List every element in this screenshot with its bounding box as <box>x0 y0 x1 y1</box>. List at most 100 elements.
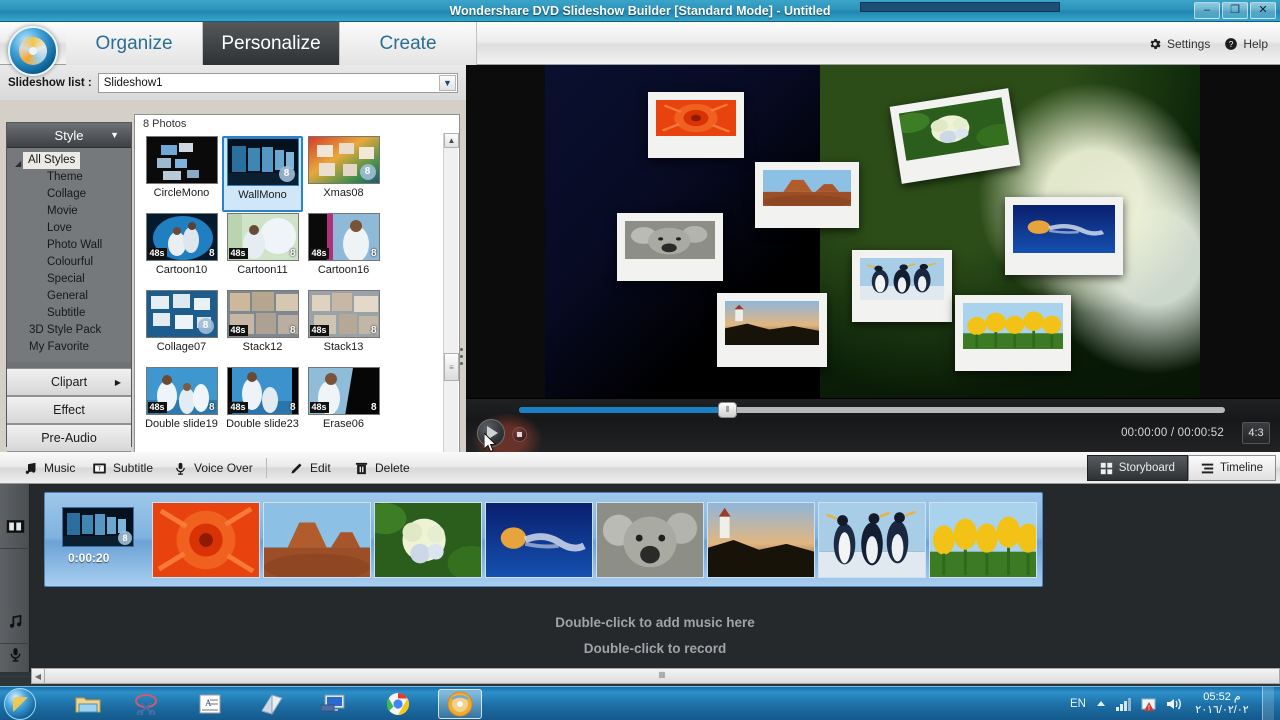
style-item-cartoon11[interactable]: 48s 8 Cartoon11 <box>223 213 302 287</box>
style-item-count-badge: 8 <box>370 325 377 336</box>
storyboard-item-chrysanthemum[interactable] <box>152 501 260 579</box>
style-item-stack12[interactable]: 48s 8 Stack12 <box>223 290 302 364</box>
style-item-duration-badge: 48s <box>309 402 329 413</box>
storyboard-strip[interactable]: 8 0:00:20 <box>44 492 1043 587</box>
style-panel: Style ▼ ◢ All Styles Theme Collage Movie… <box>0 100 466 544</box>
tree-item-general[interactable]: General <box>7 288 131 305</box>
language-indicator[interactable]: EN <box>1070 698 1086 710</box>
view-mode-tabs: Storyboard Timeline <box>1086 455 1276 481</box>
start-button[interactable] <box>4 688 36 720</box>
storyboard-item-hydrangeas[interactable] <box>374 501 482 579</box>
tree-item-collage[interactable]: Collage <box>7 186 131 203</box>
style-item-double-slide23[interactable]: 48s 8 Double slide23 <box>223 367 302 441</box>
style-item-double-slide19[interactable]: 48s 8 Double slide19 <box>142 367 221 441</box>
clock-time[interactable]: 05:52 م <box>1191 691 1253 704</box>
minimize-button[interactable]: – <box>1194 2 1220 19</box>
style-item-label: Double slide19 <box>145 418 218 430</box>
chevron-down-icon[interactable]: ▼ <box>110 130 119 140</box>
toolbar-button-edit[interactable]: Edit <box>288 452 331 484</box>
style-item-count-badge: 8 <box>370 248 377 259</box>
style-item-wallmono[interactable]: 8 WallMono <box>222 136 303 212</box>
tree-item-movie[interactable]: Movie <box>7 203 131 220</box>
tree-item-all-styles[interactable]: ◢ All Styles <box>7 152 131 169</box>
storyboard-item-jellyfish[interactable] <box>485 501 593 579</box>
toolbar-divider <box>266 458 267 478</box>
toolbar-button-subtitle[interactable]: T Subtitle <box>91 452 153 484</box>
style-thumbnail-image: 48s 8 <box>226 290 299 338</box>
document-icon: A <box>199 694 221 714</box>
sidebar-button-clipart[interactable]: Clipart ▶ <box>7 368 131 396</box>
tree-item-my-favorite[interactable]: My Favorite <box>7 339 131 356</box>
taskbar-item-word[interactable]: A <box>188 689 232 719</box>
play-button[interactable] <box>477 419 505 447</box>
maximize-button[interactable]: ❐ <box>1222 2 1248 19</box>
style-item-circlemono[interactable]: CircleMono <box>142 136 221 210</box>
style-item-collage07[interactable]: 8 Collage07 <box>142 290 221 364</box>
seek-handle[interactable]: ⦀ <box>718 402 738 418</box>
audio-drop-area[interactable]: Double-click to add music here Double-cl… <box>30 594 1280 656</box>
settings-button[interactable]: Settings <box>1148 37 1210 51</box>
style-item-stack13[interactable]: 48s 8 Stack13 <box>304 290 383 364</box>
sidebar-button-effect[interactable]: Effect <box>7 396 131 424</box>
storyboard-item-tulips[interactable] <box>929 501 1037 579</box>
clock-date[interactable]: ٢٠١٦/٠٢/٠٢ <box>1191 704 1253 717</box>
scroll-left-icon[interactable]: ◀ <box>31 668 45 684</box>
preview-stage[interactable] <box>545 65 1200 398</box>
action-center-icon[interactable]: ! <box>1141 697 1157 712</box>
toolbar-button-delete[interactable]: Delete <box>353 452 410 484</box>
style-item-xmas08[interactable]: 8 Xmas08 <box>304 136 383 210</box>
tab-storyboard[interactable]: Storyboard <box>1086 455 1188 481</box>
tree-item-photo-wall[interactable]: Photo Wall <box>7 237 131 254</box>
panel-splitter-handle[interactable] <box>456 338 466 374</box>
close-button[interactable]: ✕ <box>1250 2 1276 19</box>
style-item-label: Collage07 <box>156 341 207 353</box>
toolbar-button-music[interactable]: Music <box>22 452 75 484</box>
volume-icon[interactable] <box>1166 697 1182 711</box>
toolbar-button-voice-over[interactable]: Voice Over <box>172 452 253 484</box>
storyboard-item-style[interactable]: 8 0:00:20 <box>50 501 149 579</box>
taskbar-item-chrome[interactable] <box>376 689 420 719</box>
tab-personalize[interactable]: Personalize <box>203 22 340 65</box>
tab-create[interactable]: Create <box>340 22 477 65</box>
tab-organize[interactable]: Organize <box>66 22 203 65</box>
sidebar-button-pre-audio[interactable]: Pre-Audio <box>7 424 131 452</box>
style-item-erase06[interactable]: 48s 8 Erase06 <box>304 367 383 441</box>
show-hidden-icons-button[interactable] <box>1095 698 1107 710</box>
tree-item-special[interactable]: Special <box>7 271 131 288</box>
help-button[interactable]: ? Help <box>1224 37 1268 51</box>
network-signal-icon[interactable] <box>1116 697 1132 711</box>
style-item-cartoon10[interactable]: 48s 8 Cartoon10 <box>142 213 221 287</box>
show-desktop-button[interactable] <box>1262 687 1274 720</box>
taskbar-item-remote-desktop[interactable] <box>312 689 356 719</box>
style-item-label: CircleMono <box>153 187 210 199</box>
style-thumbnail-image: 48s 8 <box>145 367 218 415</box>
scroll-up-icon[interactable]: ▲ <box>444 133 459 148</box>
clock: 05:52 م ٢٠١٦/٠٢/٠٢ <box>1191 691 1253 717</box>
storyboard-item-penguins[interactable] <box>818 501 926 579</box>
rail-button-video[interactable] <box>0 504 30 549</box>
taskbar-item-snipping-tool[interactable] <box>124 689 168 719</box>
tree-item-colourful[interactable]: Colourful <box>7 254 131 271</box>
stop-button[interactable] <box>512 427 527 442</box>
pencil-icon <box>288 460 304 476</box>
taskbar-item-notepad[interactable] <box>250 689 294 719</box>
tree-item-theme[interactable]: Theme <box>7 169 131 186</box>
taskbar-item-dvd-slideshow-builder[interactable] <box>438 689 482 719</box>
tree-item-love[interactable]: Love <box>7 220 131 237</box>
tab-timeline[interactable]: Timeline <box>1187 455 1276 481</box>
style-section-header[interactable]: Style ▼ <box>7 123 131 148</box>
slideshow-list-select[interactable]: Slideshow1 ▼ <box>97 72 458 93</box>
rail-button-voice[interactable] <box>0 632 30 677</box>
taskbar-item-explorer[interactable] <box>66 689 110 719</box>
tree-item-3d-style-pack[interactable]: 3D Style Pack <box>7 322 131 339</box>
storyboard-horizontal-scrollbar[interactable]: ◀ ⦀⦀ <box>31 668 1280 684</box>
seek-bar[interactable]: ⦀ <box>519 402 1225 418</box>
style-item-cartoon16[interactable]: 48s 8 Cartoon16 <box>304 213 383 287</box>
aspect-ratio-button[interactable]: 4:3 <box>1242 422 1270 444</box>
storyboard-item-lighthouse[interactable] <box>707 501 815 579</box>
tree-item-subtitle[interactable]: Subtitle <box>7 305 131 322</box>
chevron-down-icon[interactable]: ▼ <box>439 74 456 91</box>
photo-image <box>763 170 851 206</box>
storyboard-item-desert[interactable] <box>263 501 371 579</box>
storyboard-item-koala[interactable] <box>596 501 704 579</box>
